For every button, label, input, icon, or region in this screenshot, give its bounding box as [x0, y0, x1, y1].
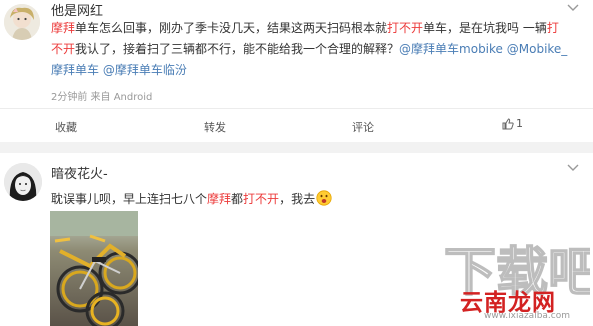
mention-link[interactable]: 摩拜单车 [51, 63, 99, 77]
text-highlight: 打不开 [387, 21, 424, 35]
text-highlight: 不开 [51, 42, 76, 56]
avatar[interactable] [4, 163, 42, 201]
chevron-down-icon[interactable] [567, 3, 579, 13]
text-segment: 单车怎么回事，刚办了季卡没几天，结果这两天扫码根本就 [75, 21, 388, 35]
shocked-face-icon [316, 190, 332, 206]
thumbs-up-icon [502, 117, 514, 129]
post-text: 摩拜单车怎么回事，刚办了季卡没几天，结果这两天扫码根本就打不开单车，是在坑我吗 … [51, 18, 571, 81]
text-segment: 都 [231, 192, 244, 206]
mention-link[interactable]: @摩拜单车临汾 [103, 63, 187, 77]
like-button[interactable]: 1 [502, 117, 523, 130]
mention-link[interactable]: @Mobike_ [507, 42, 568, 56]
text-segment: 单车，是在坑我吗 一辆 [423, 21, 547, 35]
avatar[interactable] [4, 4, 40, 40]
watermark-site-url: www.ixiazaiba.com [484, 311, 571, 321]
text-segment: 耽误事儿呗，早上连扫七八个 [51, 192, 208, 206]
post-image[interactable] [50, 211, 138, 326]
collect-button[interactable]: 收藏 [55, 119, 77, 135]
mention-link[interactable]: @摩拜单车mobike [399, 42, 503, 56]
post-card-1: 他是网红 摩拜单车怎么回事，刚办了季卡没几天，结果这两天扫码根本就打不开单车，是… [0, 0, 593, 142]
text-highlight: 摩拜 [51, 21, 76, 35]
post-meta: 2分钟前 来自 Android [51, 92, 153, 103]
action-divider [0, 108, 593, 109]
text-highlight: 打不开 [243, 192, 280, 206]
repost-button[interactable]: 转发 [204, 119, 226, 135]
text-highlight: 摩拜 [207, 192, 232, 206]
text-segment: ，我去 [279, 192, 316, 206]
text-highlight: 打 [546, 21, 559, 35]
username[interactable]: 暗夜花火- [51, 163, 108, 182]
username[interactable]: 他是网红 [51, 0, 103, 19]
post-text: 耽误事儿呗，早上连扫七八个摩拜都打不开，我去 [51, 189, 571, 210]
like-count: 1 [516, 117, 523, 130]
comment-button[interactable]: 评论 [352, 119, 374, 135]
chevron-down-icon[interactable] [567, 163, 579, 173]
text-segment: 我认了，接着扫了三辆都不行，能不能给我一个合理的解释？ [75, 42, 400, 56]
